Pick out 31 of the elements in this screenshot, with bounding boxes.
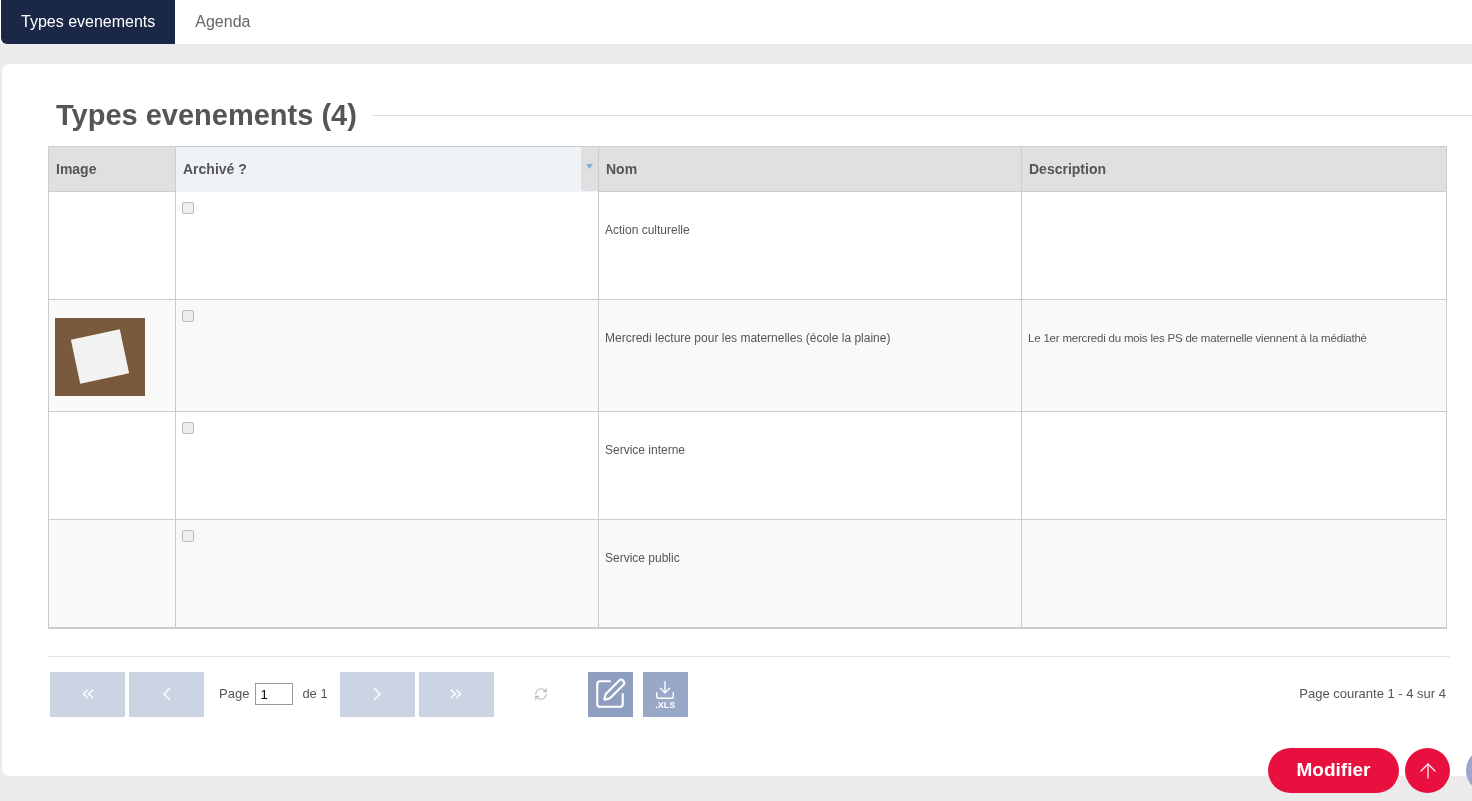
table-cell: Service interne [605,442,686,457]
next-page-button[interactable] [339,671,415,717]
archive-checkbox[interactable] [182,421,194,434]
page-count-label: de 1 [302,685,328,704]
last-page-button[interactable] [418,671,494,717]
table-cell: Action culturelle [605,222,690,237]
download-icon [654,678,677,701]
first-page-button[interactable] [50,671,125,717]
previous-page-button[interactable] [129,671,204,717]
table-cell: Le 1er mercredi du mois les PS de maternelle viennent à la médiathè [1028,331,1367,344]
tab[interactable]: Types evenements [1,0,176,44]
table-cell: Service public [605,550,680,565]
archive-checkbox[interactable] [182,201,194,214]
page-title: Types evenements (4) [56,98,357,133]
column-header[interactable]: Nom [599,146,1022,192]
page-input[interactable]: 1 [255,683,294,705]
edit-icon [593,677,628,711]
page-label: Page [219,685,250,704]
refresh-icon[interactable] [533,687,548,701]
modify-button[interactable]: Modifier [1268,748,1399,793]
sort-indicator[interactable] [581,146,598,191]
previous-icon [162,687,171,701]
archive-checkbox[interactable] [182,309,194,322]
table-cell: Mercredi lecture pour les maternelles (école la plaine) [605,330,891,345]
column-header[interactable]: Description [1022,146,1447,192]
edit-button[interactable] [587,671,633,717]
archive-checkbox[interactable] [182,529,194,542]
column-header[interactable]: Archivé ? [176,146,599,192]
sort-triangle-icon [586,163,593,169]
next-icon [373,687,382,701]
page-summary: Page courante 1 - 4 sur 4 [1299,685,1446,704]
